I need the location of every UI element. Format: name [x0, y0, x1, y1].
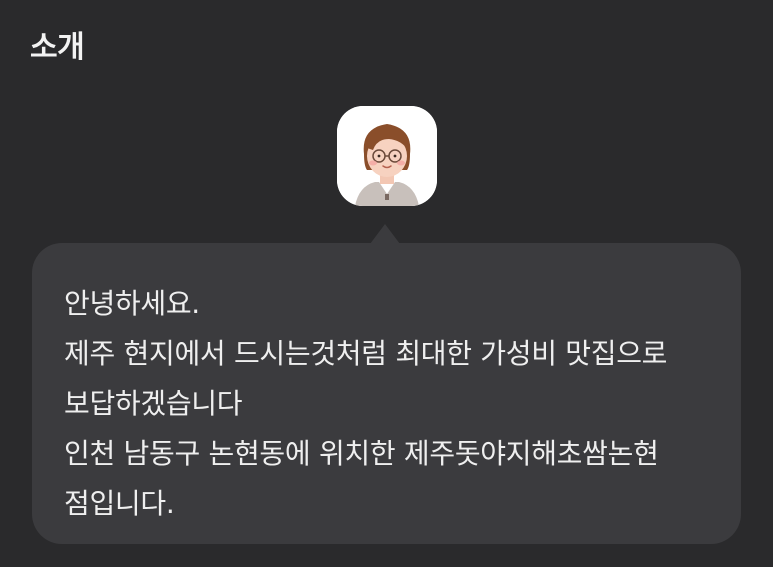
intro-line: 보답하겠습니다: [64, 387, 243, 420]
intro-line: 인천 남동구 논현동에 위치한 제주돗야지해초쌈논현: [64, 437, 659, 470]
intro-speech-bubble: 안녕하세요. 제주 현지에서 드시는것처럼 최대한 가성비 맛집으로 보답하겠습…: [32, 243, 741, 544]
intro-line: 제주 현지에서 드시는것처럼 최대한 가성비 맛집으로: [64, 337, 668, 370]
avatar-illustration-icon: [337, 106, 437, 206]
intro-line: 안녕하세요.: [64, 287, 200, 320]
avatar: [337, 106, 437, 206]
section-title: 소개: [30, 30, 85, 65]
speech-bubble-pointer: [370, 224, 400, 244]
intro-line: 점입니다.: [64, 487, 175, 520]
